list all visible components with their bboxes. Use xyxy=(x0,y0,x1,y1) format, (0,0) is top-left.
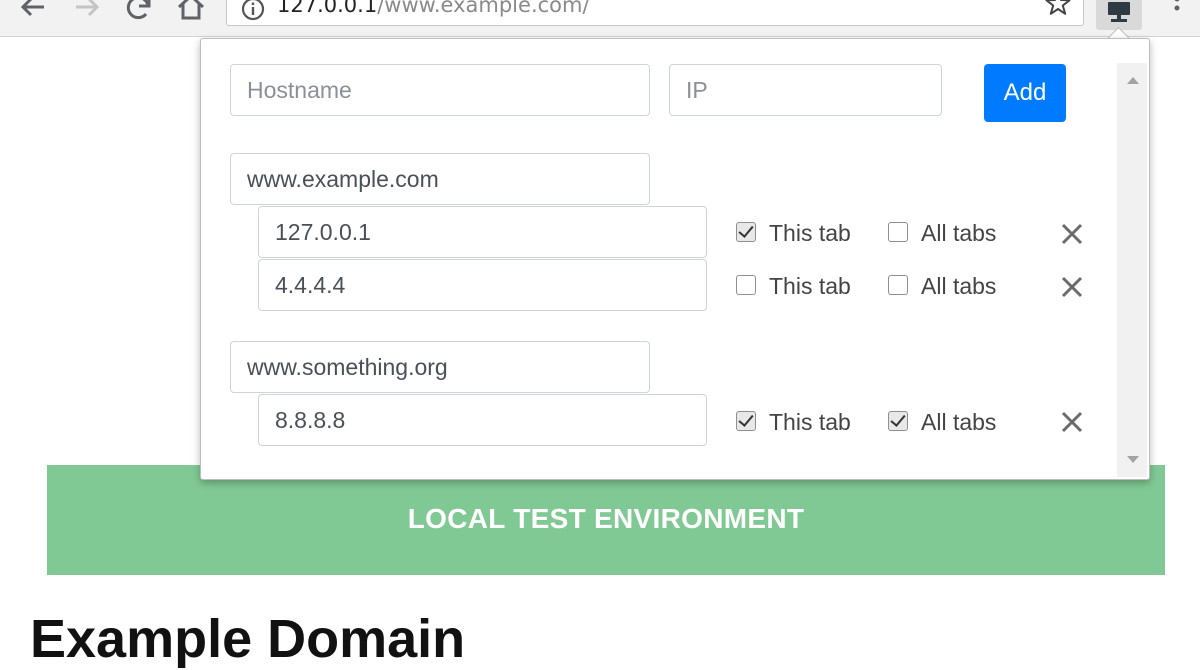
group-hostname-field[interactable] xyxy=(230,341,650,393)
back-icon[interactable] xyxy=(18,0,48,22)
home-icon[interactable] xyxy=(176,0,206,22)
extension-monitor-icon[interactable] xyxy=(1096,0,1142,30)
url-text[interactable]: 127.0.0.1/www.example.com/ xyxy=(277,0,590,17)
bookmark-star-icon[interactable] xyxy=(1045,0,1071,21)
browser-toolbar: 127.0.0.1/www.example.com/ xyxy=(0,0,1200,37)
all-tabs-checkbox[interactable] xyxy=(888,275,908,295)
hosts-popup: Add This tab All tabs This tab All tabs … xyxy=(200,38,1150,480)
all-tabs-label: All tabs xyxy=(921,409,997,435)
page-heading: Example Domain xyxy=(30,609,466,669)
forward-icon[interactable] xyxy=(72,0,102,22)
this-tab-checkbox[interactable] xyxy=(736,275,756,295)
this-tab-label: This tab xyxy=(769,409,851,435)
ip-entry-field[interactable] xyxy=(258,206,707,258)
url-path: /www.example.com/ xyxy=(377,0,590,17)
this-tab-checkbox[interactable] xyxy=(736,411,756,431)
hostname-input[interactable] xyxy=(230,64,650,116)
add-button[interactable]: Add xyxy=(984,64,1066,122)
all-tabs-label: All tabs xyxy=(921,273,997,299)
this-tab-label: This tab xyxy=(769,273,851,299)
menu-kebab-icon[interactable] xyxy=(1172,0,1182,27)
this-tab-label: This tab xyxy=(769,220,851,246)
environment-banner: LOCAL TEST ENVIRONMENT xyxy=(47,465,1165,575)
group-hostname-field[interactable] xyxy=(230,153,650,205)
ip-entry-field[interactable] xyxy=(258,394,707,446)
address-bar[interactable]: 127.0.0.1/www.example.com/ xyxy=(226,0,1084,26)
remove-entry-icon[interactable] xyxy=(1059,274,1085,300)
url-host: 127.0.0.1 xyxy=(277,0,378,17)
all-tabs-checkbox[interactable] xyxy=(888,222,908,242)
popup-scrollbar[interactable] xyxy=(1117,63,1147,477)
all-tabs-label: All tabs xyxy=(921,220,997,246)
remove-entry-icon[interactable] xyxy=(1059,221,1085,247)
info-icon[interactable] xyxy=(241,0,265,26)
this-tab-checkbox[interactable] xyxy=(736,222,756,242)
scroll-up-arrow-icon[interactable] xyxy=(1127,77,1139,84)
all-tabs-checkbox[interactable] xyxy=(888,411,908,431)
reload-icon[interactable] xyxy=(124,0,154,22)
scroll-down-arrow-icon[interactable] xyxy=(1127,456,1139,463)
remove-entry-icon[interactable] xyxy=(1059,409,1085,435)
ip-entry-field[interactable] xyxy=(258,259,707,311)
ip-input[interactable] xyxy=(669,64,942,116)
